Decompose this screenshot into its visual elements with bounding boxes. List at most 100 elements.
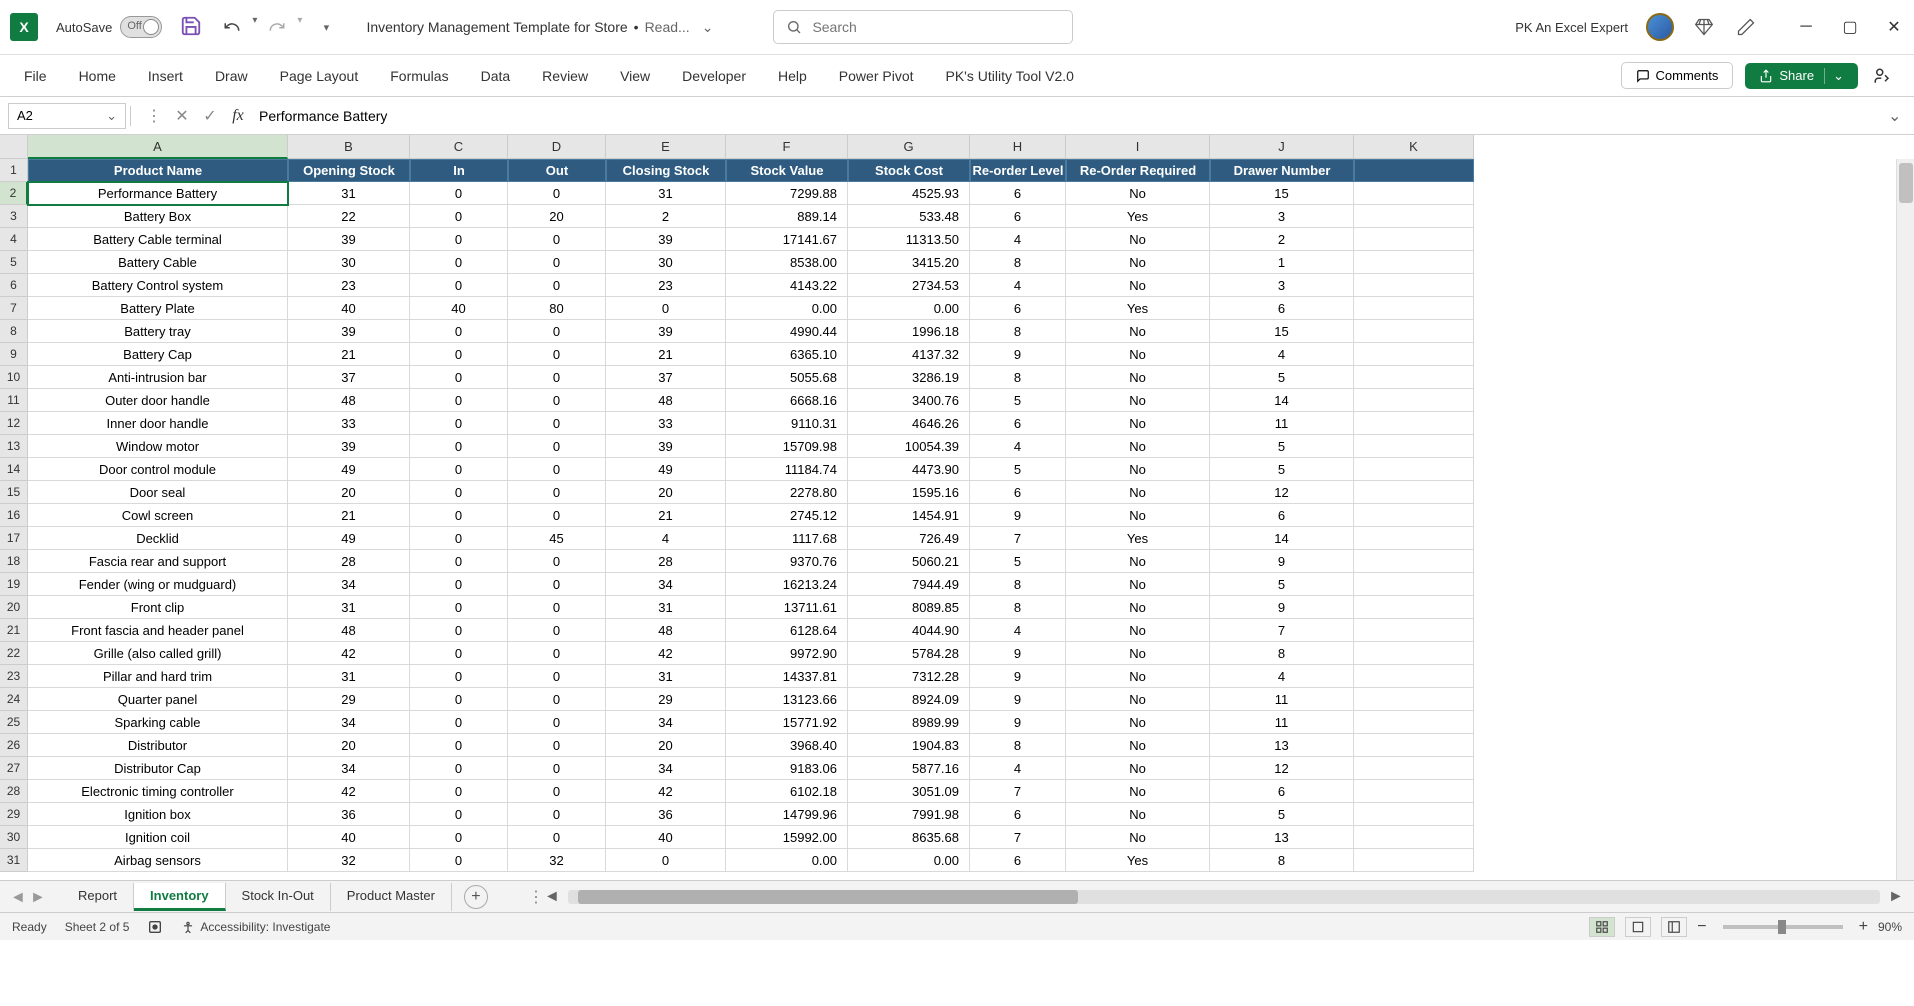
autosave-toggle[interactable]: Off bbox=[120, 16, 162, 38]
cell[interactable]: 14 bbox=[1210, 527, 1354, 550]
cell[interactable]: 0 bbox=[410, 642, 508, 665]
row-header-31[interactable]: 31 bbox=[0, 849, 28, 872]
cell[interactable]: 13711.61 bbox=[726, 596, 848, 619]
cell[interactable]: No bbox=[1066, 550, 1210, 573]
cell[interactable]: No bbox=[1066, 573, 1210, 596]
cell[interactable]: 5784.28 bbox=[848, 642, 970, 665]
cell[interactable]: 7991.98 bbox=[848, 803, 970, 826]
cell[interactable]: 726.49 bbox=[848, 527, 970, 550]
cell[interactable] bbox=[1354, 619, 1474, 642]
sheet-tab-stock-in-out[interactable]: Stock In-Out bbox=[226, 883, 331, 911]
cell[interactable]: 1595.16 bbox=[848, 481, 970, 504]
row-header-26[interactable]: 26 bbox=[0, 734, 28, 757]
cell[interactable]: 6 bbox=[970, 803, 1066, 826]
cell[interactable]: 8 bbox=[970, 320, 1066, 343]
cell[interactable]: 0 bbox=[410, 527, 508, 550]
cell[interactable]: 0 bbox=[410, 435, 508, 458]
row-header-7[interactable]: 7 bbox=[0, 297, 28, 320]
cell[interactable]: 9 bbox=[970, 343, 1066, 366]
header-cell[interactable]: Stock Cost bbox=[848, 159, 970, 182]
cell[interactable]: No bbox=[1066, 343, 1210, 366]
cell[interactable]: No bbox=[1066, 711, 1210, 734]
row-header-2[interactable]: 2 bbox=[0, 182, 28, 205]
header-cell[interactable]: Re-Order Required bbox=[1066, 159, 1210, 182]
cell[interactable]: 4 bbox=[970, 228, 1066, 251]
ribbon-tab-help[interactable]: Help bbox=[774, 62, 811, 90]
cell[interactable] bbox=[1354, 734, 1474, 757]
cell[interactable] bbox=[1354, 182, 1474, 205]
cell[interactable]: 0 bbox=[410, 205, 508, 228]
cell[interactable]: 20 bbox=[288, 734, 410, 757]
cell[interactable]: 49 bbox=[606, 458, 726, 481]
pen-icon[interactable] bbox=[1734, 15, 1758, 39]
cell[interactable]: 40 bbox=[288, 826, 410, 849]
cell[interactable]: 0 bbox=[410, 481, 508, 504]
cell[interactable] bbox=[1354, 780, 1474, 803]
column-header-A[interactable]: A bbox=[28, 135, 288, 159]
cell[interactable]: 28 bbox=[606, 550, 726, 573]
cell[interactable]: 8 bbox=[970, 366, 1066, 389]
cell[interactable]: No bbox=[1066, 665, 1210, 688]
cell[interactable] bbox=[1354, 596, 1474, 619]
cell[interactable]: 1904.83 bbox=[848, 734, 970, 757]
ribbon-tab-formulas[interactable]: Formulas bbox=[386, 62, 452, 90]
row-header-27[interactable]: 27 bbox=[0, 757, 28, 780]
header-cell[interactable] bbox=[1354, 159, 1474, 182]
cell[interactable]: Door seal bbox=[28, 481, 288, 504]
cell[interactable]: 6 bbox=[970, 297, 1066, 320]
select-all-corner[interactable] bbox=[0, 135, 28, 159]
cell[interactable]: 39 bbox=[288, 435, 410, 458]
cell[interactable]: 9 bbox=[1210, 596, 1354, 619]
cell[interactable]: 0 bbox=[508, 780, 606, 803]
cell[interactable]: 7 bbox=[1210, 619, 1354, 642]
cell[interactable] bbox=[1354, 205, 1474, 228]
cell[interactable]: 31 bbox=[288, 596, 410, 619]
cell[interactable]: 29 bbox=[606, 688, 726, 711]
header-cell[interactable]: In bbox=[410, 159, 508, 182]
cell[interactable]: 1996.18 bbox=[848, 320, 970, 343]
add-sheet-button[interactable]: + bbox=[464, 885, 488, 909]
comments-button[interactable]: Comments bbox=[1621, 62, 1734, 89]
cell[interactable]: 0.00 bbox=[726, 297, 848, 320]
cell[interactable]: No bbox=[1066, 688, 1210, 711]
cell[interactable]: 0 bbox=[508, 481, 606, 504]
cell[interactable]: 45 bbox=[508, 527, 606, 550]
cell[interactable]: Yes bbox=[1066, 297, 1210, 320]
cell[interactable]: 0 bbox=[508, 826, 606, 849]
cell[interactable] bbox=[1354, 573, 1474, 596]
cell[interactable]: No bbox=[1066, 366, 1210, 389]
cell[interactable]: Front clip bbox=[28, 596, 288, 619]
cell[interactable]: 49 bbox=[288, 458, 410, 481]
cell[interactable]: 31 bbox=[606, 665, 726, 688]
cell[interactable]: No bbox=[1066, 803, 1210, 826]
cell[interactable]: 0 bbox=[410, 182, 508, 205]
cell[interactable]: 6668.16 bbox=[726, 389, 848, 412]
cell[interactable]: No bbox=[1066, 619, 1210, 642]
cell[interactable]: No bbox=[1066, 596, 1210, 619]
redo-dropdown-icon[interactable]: ▾ bbox=[297, 15, 302, 39]
row-header-5[interactable]: 5 bbox=[0, 251, 28, 274]
cell[interactable]: 8635.68 bbox=[848, 826, 970, 849]
cell[interactable]: 3286.19 bbox=[848, 366, 970, 389]
cell[interactable]: 17141.67 bbox=[726, 228, 848, 251]
cell[interactable]: 3968.40 bbox=[726, 734, 848, 757]
cell[interactable]: 34 bbox=[606, 757, 726, 780]
cell[interactable] bbox=[1354, 711, 1474, 734]
cell[interactable]: 4143.22 bbox=[726, 274, 848, 297]
row-header-3[interactable]: 3 bbox=[0, 205, 28, 228]
sheet-nav-prev-icon[interactable]: ◄ bbox=[10, 889, 26, 905]
cell[interactable]: 21 bbox=[606, 343, 726, 366]
cell[interactable]: 7 bbox=[970, 527, 1066, 550]
row-header-30[interactable]: 30 bbox=[0, 826, 28, 849]
cell[interactable]: 7 bbox=[970, 826, 1066, 849]
undo-dropdown-icon[interactable]: ▾ bbox=[252, 15, 257, 39]
row-header-28[interactable]: 28 bbox=[0, 780, 28, 803]
cell[interactable]: 31 bbox=[288, 665, 410, 688]
cell[interactable]: 0.00 bbox=[726, 849, 848, 872]
cell[interactable]: 0 bbox=[508, 458, 606, 481]
cell[interactable]: 4 bbox=[970, 757, 1066, 780]
search-box[interactable] bbox=[773, 10, 1073, 44]
cell[interactable]: 32 bbox=[288, 849, 410, 872]
cell[interactable]: 39 bbox=[288, 228, 410, 251]
cell[interactable]: 0 bbox=[508, 665, 606, 688]
